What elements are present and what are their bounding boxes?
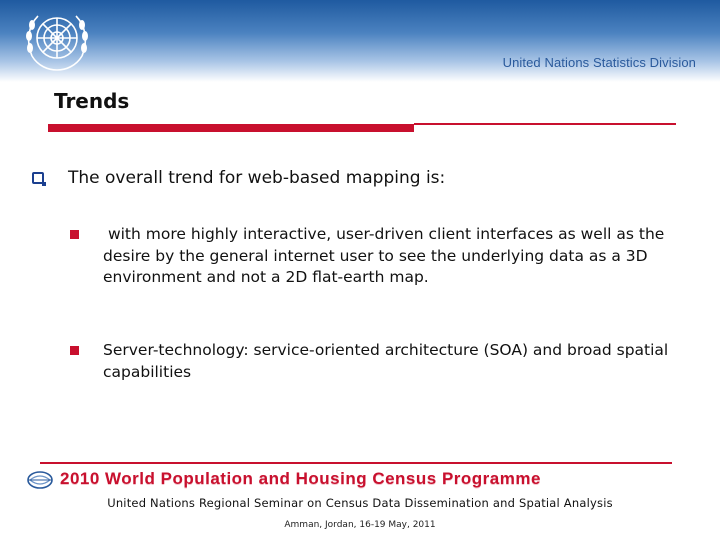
title-underline xyxy=(48,124,414,132)
title-underline-thin xyxy=(414,123,676,125)
un-emblem-icon xyxy=(26,15,88,71)
seminar-location-date: Amman, Jordan, 16-19 May, 2011 xyxy=(284,520,436,530)
main-bullet-text: The overall trend for web-based mapping … xyxy=(68,168,446,188)
slide-title: Trends xyxy=(54,89,130,113)
census-programme-title: 2010 World Population and Housing Census… xyxy=(60,469,541,488)
division-name: United Nations Statistics Division xyxy=(502,55,696,70)
square-bullet-icon xyxy=(70,346,79,355)
census-programme-banner: 2010 World Population and Housing Census… xyxy=(22,467,696,493)
sub-bullet-text: Server-technology: service-oriented arch… xyxy=(103,341,669,381)
footer-divider xyxy=(40,462,672,464)
sub-bullet-text: with more highly interactive, user-drive… xyxy=(103,225,670,286)
header-band: United Nations Statistics Division xyxy=(0,0,720,82)
seminar-title: United Nations Regional Seminar on Censu… xyxy=(107,496,613,510)
census-globe-icon xyxy=(27,471,53,489)
checkbox-bullet-icon xyxy=(32,172,46,186)
square-bullet-icon xyxy=(70,230,79,239)
